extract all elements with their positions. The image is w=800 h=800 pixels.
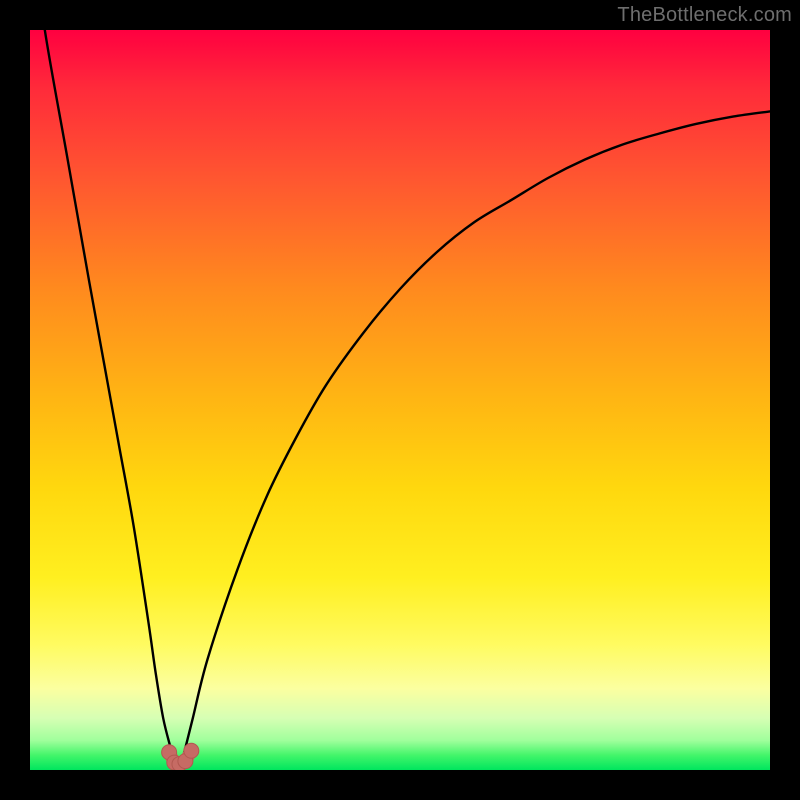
watermark-text: TheBottleneck.com xyxy=(617,4,792,27)
optimum-markers xyxy=(162,743,199,770)
optimum-marker-dot xyxy=(184,743,199,758)
chart-frame: TheBottleneck.com xyxy=(0,0,800,800)
bottleneck-curve xyxy=(30,30,770,764)
curve-layer xyxy=(30,30,770,770)
plot-area xyxy=(30,30,770,770)
